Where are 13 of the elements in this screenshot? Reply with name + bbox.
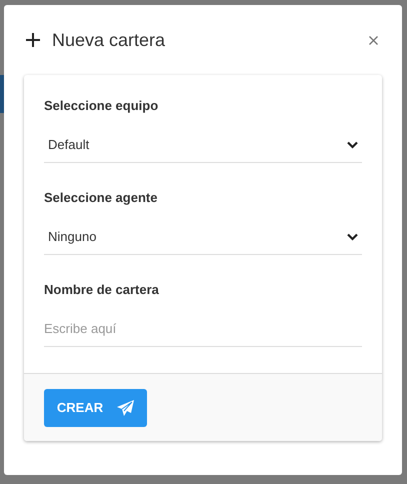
input-field[interactable]: Escribe aquí: [44, 311, 362, 347]
select-field[interactable]: Ninguno: [44, 219, 362, 255]
dialog-title: Nueva cartera: [52, 28, 166, 52]
close-icon: [368, 36, 378, 44]
plus-icon: [26, 33, 40, 47]
field-label: Nombre de cartera: [44, 281, 159, 299]
select-field[interactable]: Default: [44, 127, 362, 163]
chevron-down-icon: [347, 232, 358, 240]
field-label: Seleccione agente: [44, 189, 158, 207]
paper-plane-icon: [117, 400, 134, 416]
field-label: Seleccione equipo: [44, 97, 158, 115]
close-button[interactable]: [366, 33, 380, 47]
chevron-down-icon: [347, 140, 358, 148]
